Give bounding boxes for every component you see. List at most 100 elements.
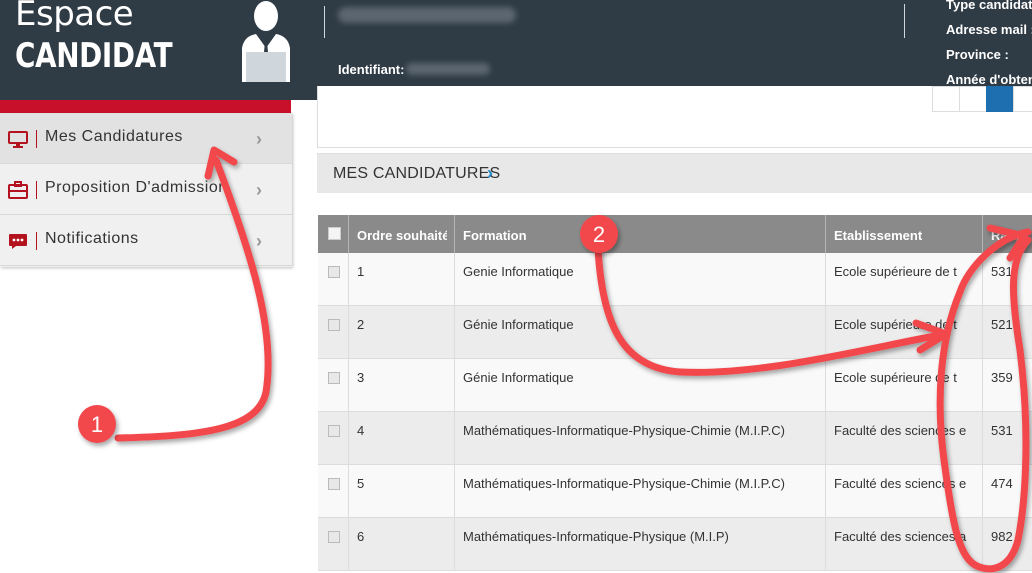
cell-divider xyxy=(348,465,349,518)
brand-candidat: CANDIDAT xyxy=(15,36,173,76)
header-separator xyxy=(904,4,905,38)
sidebar-divider xyxy=(36,130,37,148)
cell-divider xyxy=(982,359,983,412)
user-avatar-icon xyxy=(242,1,290,82)
cell-divider xyxy=(348,306,349,359)
sidebar-item-label: Proposition D'admission xyxy=(45,179,228,196)
brand-espace: Espace xyxy=(15,0,134,34)
info-adresse-mail: Adresse mail : xyxy=(946,22,1032,37)
page-button-active[interactable] xyxy=(986,86,1014,112)
select-all-checkbox[interactable] xyxy=(328,227,341,240)
cell-divider xyxy=(454,253,455,306)
header-divider xyxy=(825,215,826,253)
cell-rang: 531 xyxy=(991,423,1013,438)
cell-divider xyxy=(454,359,455,412)
column-rang: Rang xyxy=(991,228,1024,243)
cell-divider xyxy=(454,306,455,359)
table-row[interactable]: 6 Mathématiques-Informatique-Physique (M.… xyxy=(318,518,1032,571)
cell-formation: Mathématiques-Informatique-Physique-Chim… xyxy=(463,423,785,438)
sidebar-divider xyxy=(36,181,37,199)
cell-etablissement: Ecole supérieure de t xyxy=(834,264,957,279)
cell-formation: Mathématiques-Informatique-Physique (M.I… xyxy=(463,529,729,544)
cell-divider xyxy=(982,412,983,465)
cell-divider xyxy=(825,253,826,306)
sidebar-item-proposition-admission[interactable]: Proposition D'admission › xyxy=(0,164,292,215)
header-separator xyxy=(324,6,325,38)
column-formation: Formation xyxy=(463,228,527,243)
cell-etablissement: Ecole supérieure de t xyxy=(834,370,957,385)
chevron-right-icon: › xyxy=(256,180,262,200)
cell-divider xyxy=(825,359,826,412)
cell-divider xyxy=(348,412,349,465)
table-row[interactable]: 3 Génie Informatique Ecole supérieure de t… xyxy=(318,359,1032,412)
info-province: Province : xyxy=(946,47,1009,62)
sidebar-item-label: Mes Candidatures xyxy=(45,128,183,145)
page-button[interactable] xyxy=(1013,86,1032,112)
section-title: MES CANDIDATURES xyxy=(333,165,501,182)
sidebar-item-mes-candidatures[interactable]: Mes Candidatures › xyxy=(0,113,292,164)
cell-divider xyxy=(348,359,349,412)
cell-divider xyxy=(825,518,826,571)
cell-divider xyxy=(825,412,826,465)
header-divider xyxy=(982,215,983,253)
row-checkbox[interactable] xyxy=(328,425,340,437)
cell-formation: Génie Informatique xyxy=(463,317,574,332)
cell-ordre: 6 xyxy=(357,529,365,544)
column-etablissement: Etablissement xyxy=(834,228,923,243)
chevron-right-icon: › xyxy=(256,231,262,251)
cell-divider xyxy=(825,465,826,518)
cell-divider xyxy=(454,465,455,518)
cell-rang: 474 xyxy=(991,476,1013,491)
header-divider xyxy=(348,215,349,253)
cell-divider xyxy=(348,518,349,571)
header-divider xyxy=(454,215,455,253)
table-row[interactable]: 5 Mathématiques-Informatique-Physique-Chi… xyxy=(318,465,1032,518)
cell-formation: Genie Informatique xyxy=(463,264,574,279)
cell-rang: 359 xyxy=(991,370,1013,385)
cell-rang: 982 xyxy=(991,529,1013,544)
cell-ordre: 1 xyxy=(357,264,365,279)
table-header: Ordre souhaité Formation Etablissement R… xyxy=(318,215,1032,253)
identifier-value-redacted xyxy=(406,63,490,75)
briefcase-icon xyxy=(8,181,28,199)
cell-etablissement: Faculté des sciences a xyxy=(834,529,967,544)
cell-divider xyxy=(982,306,983,359)
cell-etablissement: Ecole supérieure de t xyxy=(834,317,957,332)
top-header: Espace CANDIDAT Identifiant: Type candid… xyxy=(0,0,1032,100)
row-checkbox[interactable] xyxy=(328,478,340,490)
cell-etablissement: Faculté des sciences e xyxy=(834,476,967,491)
sidebar-item-label: Notifications xyxy=(45,230,139,247)
row-checkbox[interactable] xyxy=(328,266,340,278)
table-row[interactable]: 4 Mathématiques-Informatique-Physique-Chi… xyxy=(318,412,1032,465)
cell-divider xyxy=(982,253,983,306)
cell-ordre: 4 xyxy=(357,423,365,438)
table-row[interactable]: 2 Génie Informatique Ecole supérieure de t… xyxy=(318,306,1032,359)
cell-formation: Génie Informatique xyxy=(463,370,574,385)
candidate-name-redacted xyxy=(338,7,516,23)
section-header: MES CANDIDATURES › xyxy=(317,153,1032,193)
identifier-label: Identifiant: xyxy=(338,62,405,77)
chevron-right-icon: › xyxy=(487,163,493,183)
cell-divider xyxy=(982,465,983,518)
sidebar-divider xyxy=(36,232,37,250)
cell-divider xyxy=(982,518,983,571)
info-annee: Année d'obtention : xyxy=(946,72,1032,87)
cell-ordre: 3 xyxy=(357,370,365,385)
cell-rang: 531 xyxy=(991,264,1013,279)
cell-ordre: 5 xyxy=(357,476,365,491)
pagination xyxy=(932,86,1032,112)
sidebar-item-notifications[interactable]: Notifications › xyxy=(0,215,292,266)
info-type-candidat: Type candidat : xyxy=(946,0,1032,12)
cell-divider xyxy=(348,253,349,306)
sidebar-accent-bar xyxy=(0,100,291,113)
table-row[interactable]: 1 Genie Informatique Ecole supérieure de t… xyxy=(318,253,1032,306)
row-checkbox[interactable] xyxy=(328,531,340,543)
page-button[interactable] xyxy=(932,86,960,112)
row-checkbox[interactable] xyxy=(328,319,340,331)
chat-icon xyxy=(9,234,27,249)
page-button[interactable] xyxy=(959,86,987,112)
cell-ordre: 2 xyxy=(357,317,365,332)
cell-divider xyxy=(454,518,455,571)
chevron-right-icon: › xyxy=(256,129,262,149)
row-checkbox[interactable] xyxy=(328,372,340,384)
